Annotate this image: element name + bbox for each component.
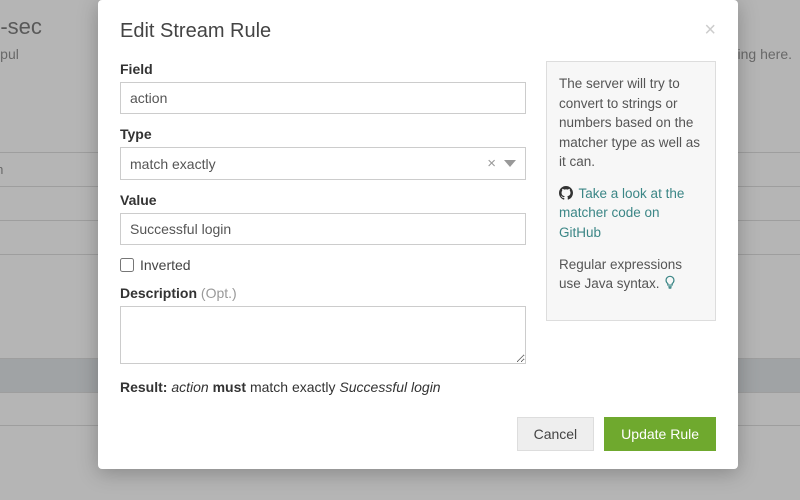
close-icon[interactable]: × (704, 20, 716, 40)
info-text-conversion: The server will try to convert to string… (559, 74, 703, 172)
cancel-button[interactable]: Cancel (517, 417, 595, 451)
type-label: Type (120, 126, 526, 142)
github-link[interactable]: Take a look at the matcher code on GitHu… (559, 186, 684, 240)
field-input[interactable] (120, 82, 526, 114)
value-label: Value (120, 192, 526, 208)
inverted-label: Inverted (140, 257, 191, 273)
type-select[interactable]: match exactly × (120, 147, 526, 180)
edit-stream-rule-modal: Edit Stream Rule × Field Type match exac… (98, 0, 738, 469)
lightbulb-icon[interactable] (663, 274, 677, 296)
info-text-regex: Regular expressions use Java syntax. (559, 255, 703, 296)
chevron-down-icon[interactable] (504, 160, 516, 167)
field-label: Field (120, 61, 526, 77)
clear-icon[interactable]: × (487, 155, 496, 172)
description-label: Description (Opt.) (120, 285, 526, 301)
type-select-value: match exactly (130, 156, 216, 172)
info-panel: The server will try to convert to string… (546, 61, 716, 321)
update-rule-button[interactable]: Update Rule (604, 417, 716, 451)
github-icon (559, 186, 573, 200)
result-preview: Result: action must match exactly Succes… (120, 379, 526, 395)
description-textarea[interactable] (120, 306, 526, 364)
modal-title: Edit Stream Rule (120, 20, 271, 43)
value-input[interactable] (120, 213, 526, 245)
inverted-checkbox[interactable] (120, 258, 134, 272)
